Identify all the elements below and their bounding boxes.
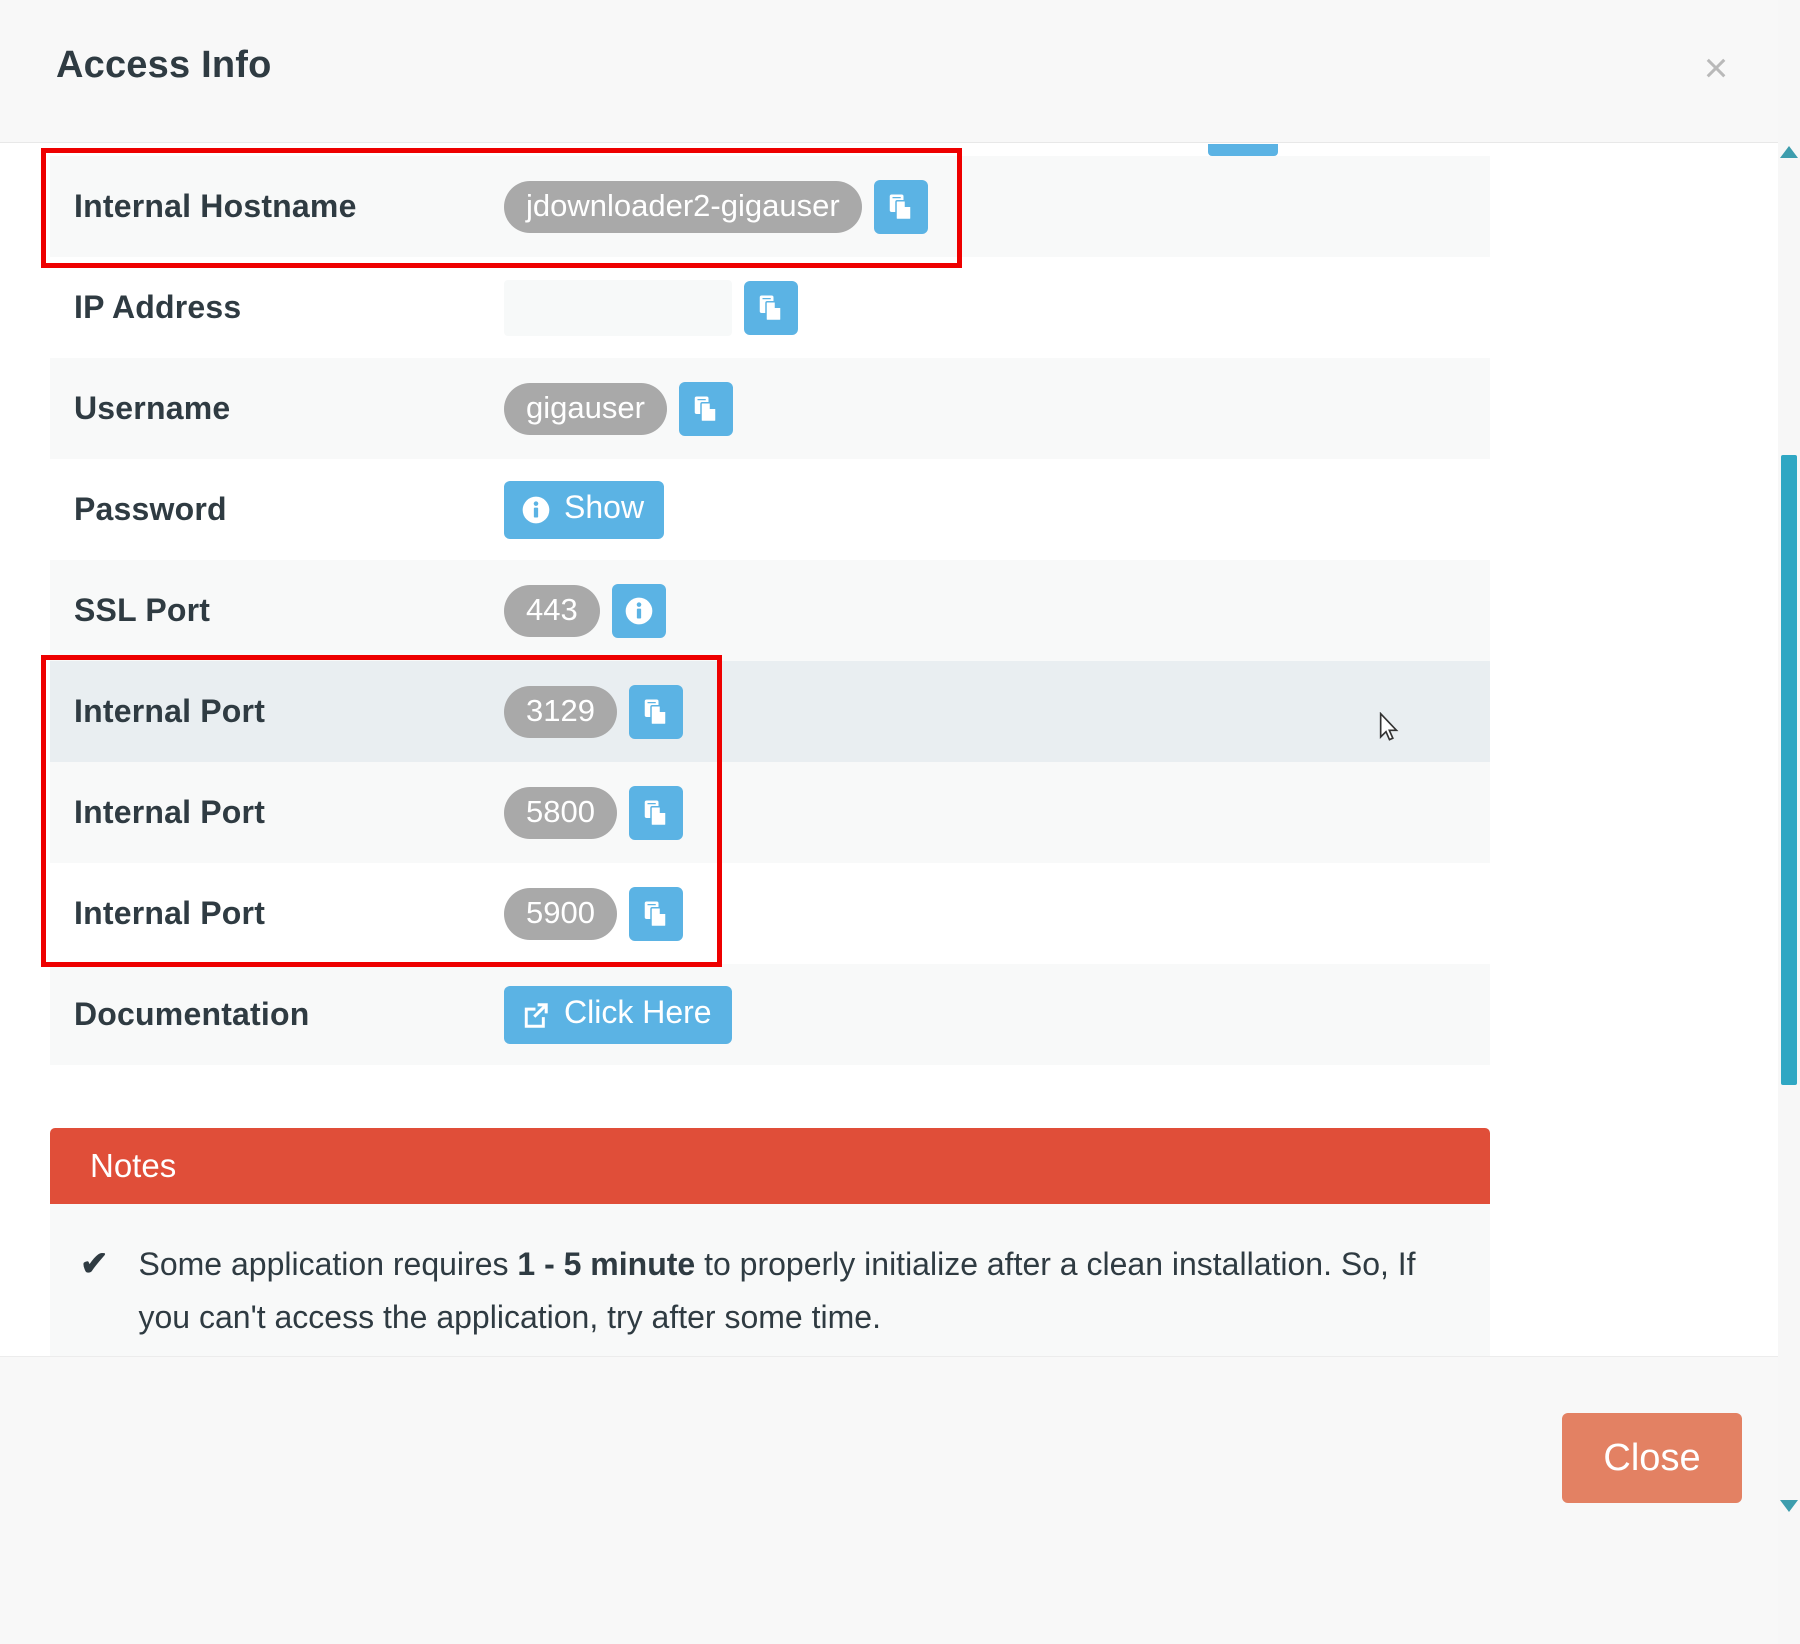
row-value: 5800 [504,785,683,840]
copy-icon [759,295,782,321]
info-button[interactable] [611,583,666,638]
note-emphasis: 1 - 5 minute [517,1246,696,1282]
copy-button[interactable] [628,785,683,840]
value-badge: jdownloader2-gigauser [504,180,862,233]
list-item: ✔ Some application requires 1 - 5 minute… [80,1238,1444,1344]
copy-button[interactable] [744,280,798,335]
modal-header: Access Info × [0,0,1800,143]
note-text-before: Some application requires [138,1246,518,1282]
row-value: 443 [504,583,666,638]
scroll-up-arrow-icon[interactable] [1780,146,1798,158]
copy-icon [644,901,667,927]
row-value: 3129 [504,684,683,739]
notes-header: Notes [50,1128,1490,1204]
row-value: 5900 [504,886,683,941]
value-badge: gigauser [504,382,667,435]
close-button[interactable]: Close [1562,1413,1742,1503]
row-value: Click Here [504,985,732,1044]
scroll-track-gutter [1710,144,1778,1356]
table-row: Password Show [50,459,1490,560]
close-icon[interactable]: × [1694,47,1738,92]
row-value: gigauser [504,381,733,436]
row-value [504,279,798,336]
value-badge: 3129 [504,685,617,738]
check-icon: ✔ [80,1245,109,1283]
info-circle-icon [625,597,653,624]
value-field-empty [504,279,732,336]
copy-icon [644,800,667,826]
documentation-link-button[interactable]: Click Here [504,985,732,1044]
page-title: Access Info [56,44,272,86]
table-row: Internal Port 5800 [50,762,1490,863]
row-label: Internal Port [74,794,266,830]
row-label: Internal Hostname [74,188,357,224]
copy-icon [694,396,717,422]
action-button-label: Show [564,489,645,525]
table-row: IP Address [50,257,1490,358]
row-value: Show [504,480,665,539]
notes-body: ✔ Some application requires 1 - 5 minute… [50,1204,1490,1356]
value-badge: 443 [504,584,600,637]
copy-button[interactable] [873,179,928,234]
modal-footer: Close [0,1356,1800,1644]
note-text: Some application requires 1 - 5 minute t… [139,1238,1445,1344]
copy-button[interactable] [678,381,733,436]
row-value: jdownloader2-gigauser [504,179,928,234]
row-label: IP Address [74,289,242,325]
table-row: Documentation Click Here [50,964,1490,1065]
scroll-down-arrow-icon[interactable] [1780,1500,1798,1512]
copy-icon [644,699,667,725]
table-row: Internal Port 5900 [50,863,1490,964]
row-label: SSL Port [74,592,211,628]
copy-button[interactable] [628,684,683,739]
scrollbar-thumb[interactable] [1781,455,1797,1085]
access-info-modal: Access Info × Internal Hostname jdownload… [0,0,1800,1644]
row-label: Documentation [74,996,310,1032]
row-label: Username [74,390,231,426]
table-row: Username gigauser [50,358,1490,459]
access-info-row-list: Internal Hostname jdownloader2-gigauser IP… [50,156,1490,1065]
value-badge: 5900 [504,887,617,940]
row-label: Password [74,491,227,527]
copy-button[interactable] [628,886,683,941]
table-row: SSL Port 443 [50,560,1490,661]
scrollbar[interactable] [1778,0,1800,1644]
external-link-icon [524,1002,548,1028]
row-label: Internal Port [74,693,266,729]
table-row: Internal Hostname jdownloader2-gigauser [50,156,1490,257]
notes-panel: Notes ✔ Some application requires 1 - 5 … [50,1128,1490,1356]
show-password-button[interactable]: Show [504,480,665,539]
clipped-top-button[interactable] [1208,144,1278,156]
modal-body: Internal Hostname jdownloader2-gigauser IP… [0,144,1800,1356]
table-row: Internal Port 3129 [50,661,1490,762]
copy-icon [889,194,912,220]
value-badge: 5800 [504,786,617,839]
action-button-label: Click Here [564,994,712,1030]
info-circle-icon [522,496,550,523]
row-label: Internal Port [74,895,266,931]
